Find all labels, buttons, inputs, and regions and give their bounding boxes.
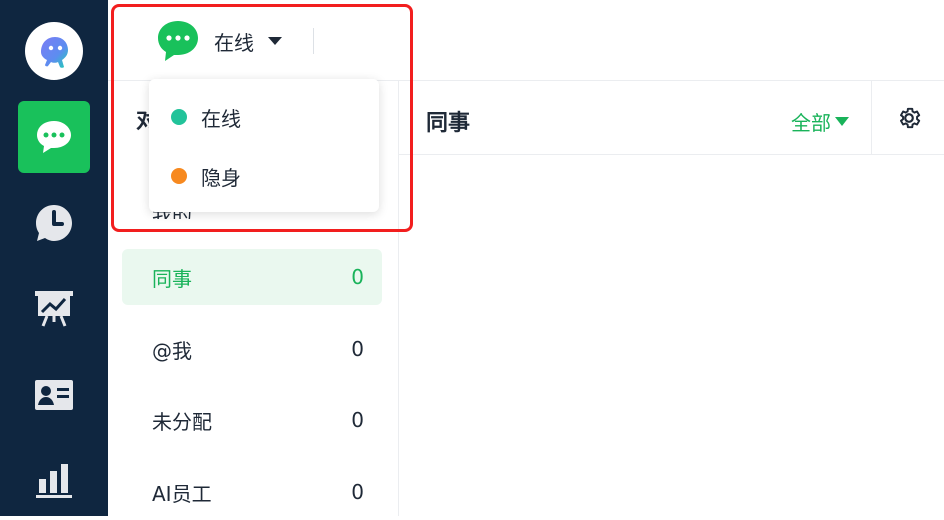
status-dropdown-toggle[interactable]: 在线 xyxy=(156,18,282,64)
top-bar: 在线 xyxy=(108,0,944,81)
caret-down-icon xyxy=(268,37,282,45)
list-item-unassigned[interactable]: 未分配 0 xyxy=(122,392,382,448)
online-dot-icon xyxy=(171,109,187,125)
nav-monitor[interactable] xyxy=(18,272,90,344)
status-option-invisible[interactable]: 隐身 xyxy=(149,148,379,204)
settings-gear-icon xyxy=(899,107,920,128)
sidebar-nav xyxy=(0,0,108,516)
filter-dropdown[interactable]: 全部 xyxy=(791,107,849,136)
settings-button[interactable] xyxy=(871,81,944,154)
status-chat-icon xyxy=(158,21,198,61)
list-item-label: AI员工 xyxy=(152,481,212,506)
filter-label: 全部 xyxy=(791,111,831,135)
list-item-label: 未分配 xyxy=(152,409,212,434)
status-option-label: 隐身 xyxy=(201,165,241,190)
list-item-colleague[interactable]: 同事 0 xyxy=(122,249,382,305)
status-dropdown-menu: 在线 隐身 xyxy=(149,79,379,212)
divider xyxy=(313,28,314,54)
list-item-count: 0 xyxy=(351,480,364,504)
presentation-chart-icon xyxy=(35,291,73,327)
clock-icon xyxy=(36,205,72,241)
list-item-count: 0 xyxy=(351,408,364,432)
list-item-count: 0 xyxy=(351,265,364,289)
list-item-label: @我 xyxy=(152,338,192,363)
status-current-label: 在线 xyxy=(214,30,254,55)
status-option-label: 在线 xyxy=(201,106,241,131)
logo-icon[interactable] xyxy=(25,22,83,80)
list-item-mentions[interactable]: @我 0 xyxy=(122,321,382,377)
status-option-online[interactable]: 在线 xyxy=(149,89,379,145)
nav-contacts[interactable] xyxy=(18,359,90,431)
content-header: 同事 全部 xyxy=(399,81,944,155)
nav-reports[interactable] xyxy=(18,444,90,516)
list-item-label: 同事 xyxy=(152,266,192,291)
chat-icon xyxy=(37,121,71,153)
caret-down-icon xyxy=(835,117,849,126)
invisible-dot-icon xyxy=(171,168,187,184)
content-title: 同事 xyxy=(426,111,471,136)
list-item-count: 0 xyxy=(351,337,364,361)
nav-chat[interactable] xyxy=(18,101,90,173)
bar-chart-icon xyxy=(36,464,72,498)
list-item-ai-staff[interactable]: AI员工 0 xyxy=(122,464,382,520)
contact-card-icon xyxy=(35,380,73,410)
nav-history[interactable] xyxy=(18,187,90,259)
